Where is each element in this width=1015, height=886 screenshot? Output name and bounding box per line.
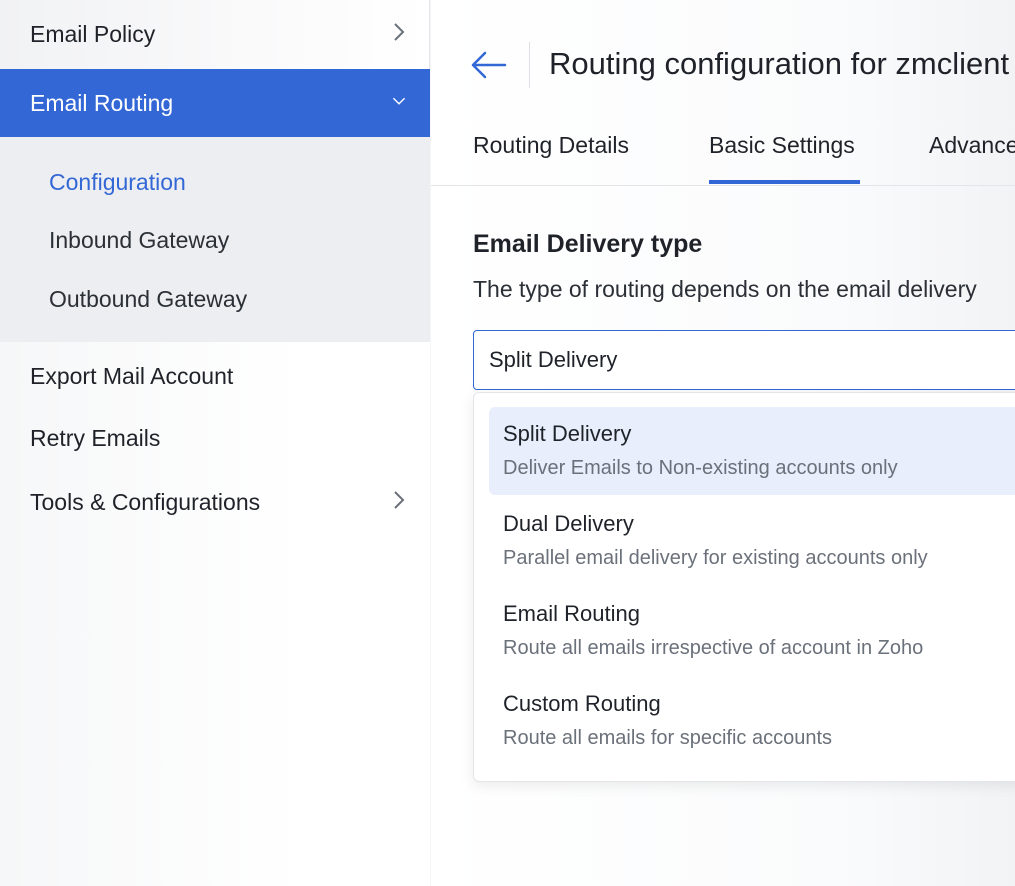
sidebar-item-tools-configurations[interactable]: Tools & Configurations: [0, 468, 430, 536]
option-custom-routing[interactable]: Custom Routing Route all emails for spec…: [489, 677, 1015, 765]
option-dual-delivery[interactable]: Dual Delivery Parallel email delivery fo…: [489, 497, 1015, 585]
option-label: Dual Delivery: [503, 511, 634, 536]
option-split-delivery[interactable]: Split Delivery Deliver Emails to Non-exi…: [489, 407, 1015, 495]
email-routing-submenu: Configuration Inbound Gateway Outbound G…: [0, 137, 430, 342]
section-description: The type of routing depends on the email…: [473, 276, 977, 302]
sidebar-item-email-policy[interactable]: Email Policy: [0, 0, 430, 68]
delivery-type-dropdown: Split Delivery Deliver Emails to Non-exi…: [473, 392, 1015, 782]
section-heading: Email Delivery type: [473, 230, 703, 258]
option-label: Custom Routing: [503, 691, 661, 716]
tab-advanced[interactable]: Advanced: [929, 132, 1015, 159]
main-panel: Routing configuration for zmclient Routi…: [431, 0, 1015, 886]
option-description: Parallel email delivery for existing acc…: [503, 547, 928, 569]
select-value: Split Delivery: [489, 347, 618, 372]
sidebar-item-retry-emails[interactable]: Retry Emails: [0, 404, 430, 472]
back-arrow-icon[interactable]: [469, 48, 507, 82]
sidebar-item-label: Email Policy: [30, 20, 156, 47]
chevron-right-icon: [392, 23, 406, 41]
tab-bar: Routing Details Basic Settings Advanced: [431, 110, 1015, 186]
sidebar-item-email-routing[interactable]: Email Routing: [0, 69, 430, 137]
sidebar-item-label: Retry Emails: [30, 424, 161, 451]
sidebar: Email Policy Email Routing Configuration…: [0, 0, 430, 886]
submenu-item-inbound-gateway[interactable]: Inbound Gateway: [49, 227, 229, 254]
sidebar-lower: Export Mail Account Retry Emails Tools &…: [0, 342, 430, 886]
tab-routing-details[interactable]: Routing Details: [473, 132, 629, 159]
submenu-item-outbound-gateway[interactable]: Outbound Gateway: [49, 286, 247, 313]
option-label: Split Delivery: [503, 421, 632, 446]
submenu-item-configuration[interactable]: Configuration: [49, 169, 186, 196]
sidebar-item-label: Tools & Configurations: [30, 488, 261, 515]
page-title: Routing configuration for zmclient: [549, 46, 1010, 81]
chevron-down-icon: [392, 94, 406, 108]
sidebar-item-label: Email Routing: [30, 89, 174, 116]
title-divider: [529, 42, 530, 88]
chevron-right-icon: [392, 491, 406, 509]
option-label: Email Routing: [503, 601, 640, 626]
email-delivery-type-select[interactable]: Split Delivery: [473, 330, 1015, 390]
option-email-routing[interactable]: Email Routing Route all emails irrespect…: [489, 587, 1015, 675]
option-description: Deliver Emails to Non-existing accounts …: [503, 457, 898, 479]
option-description: Route all emails irrespective of account…: [503, 637, 924, 659]
active-tab-indicator: [709, 180, 860, 184]
sidebar-item-label: Export Mail Account: [30, 362, 234, 389]
sidebar-item-export-mail-account[interactable]: Export Mail Account: [0, 342, 430, 410]
option-description: Route all emails for specific accounts: [503, 727, 833, 749]
tab-basic-settings[interactable]: Basic Settings: [709, 132, 855, 159]
